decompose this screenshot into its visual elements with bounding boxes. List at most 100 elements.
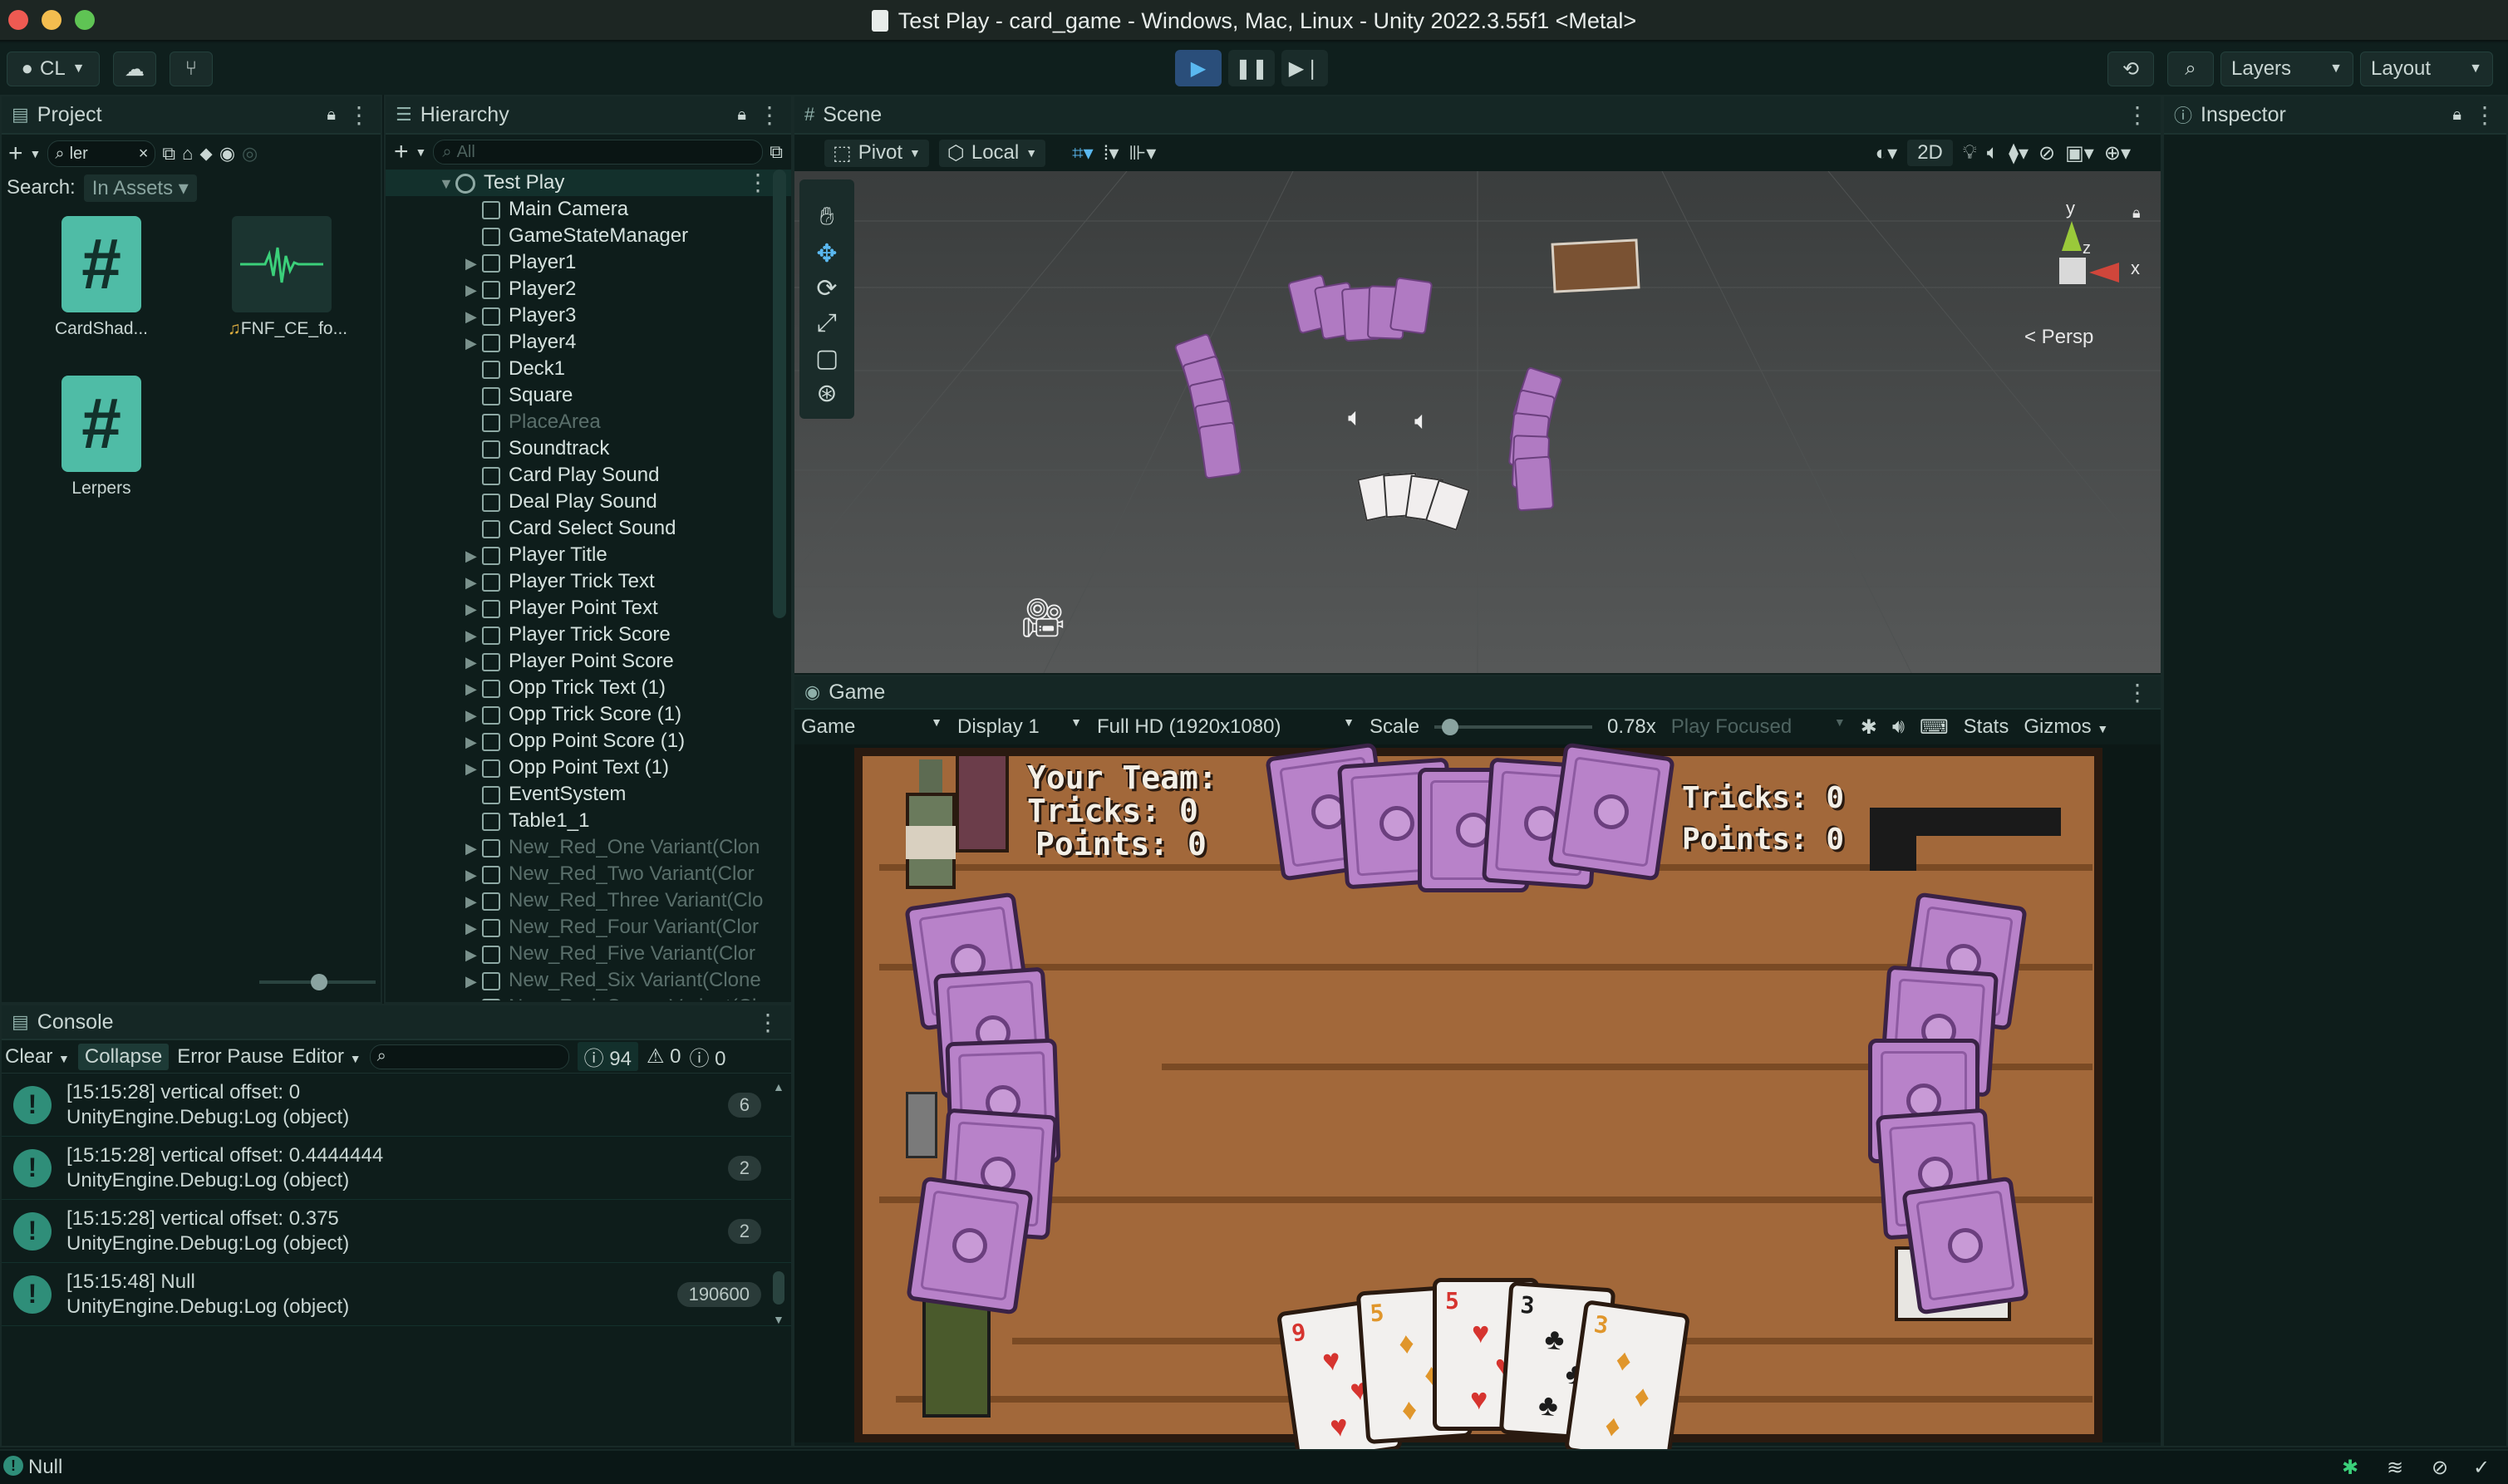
lighting-icon[interactable]: 💡︎ xyxy=(1963,141,1977,165)
hierarchy-item[interactable]: Square xyxy=(386,382,791,409)
tab-console[interactable]: ▤ Console ⋮ xyxy=(2,1005,791,1040)
chevron-down-icon[interactable]: ▼ xyxy=(416,145,427,159)
add-icon[interactable]: + xyxy=(394,138,409,166)
audio-toggle-icon[interactable]: 🔈︎ xyxy=(1987,141,1999,165)
tab-game[interactable]: ◉ Game ⋮ xyxy=(794,676,2161,710)
network-icon[interactable]: ⊘ xyxy=(2432,1456,2448,1480)
lock-icon[interactable]: 🔒︎ xyxy=(2452,106,2461,125)
warning-filter-toggle[interactable]: ⚠ 0 xyxy=(647,1044,681,1069)
tab-project[interactable]: ▤ Project 🔒︎ ⋮ xyxy=(2,96,381,135)
expand-arrow-icon[interactable]: ▶ xyxy=(465,941,482,968)
table-object[interactable] xyxy=(1551,238,1640,293)
asset-item[interactable]: # Lerpers xyxy=(52,376,151,499)
more-options-icon[interactable]: ⋮ xyxy=(2126,101,2149,129)
tab-hierarchy[interactable]: ☰ Hierarchy 🔒︎ ⋮ xyxy=(386,96,791,135)
expand-arrow-icon[interactable]: ▶ xyxy=(465,862,482,888)
gizmo-lock-icon[interactable]: 🔒︎ xyxy=(2132,204,2141,222)
visibility-icon[interactable]: ◎ xyxy=(242,143,258,165)
pivot-dropdown[interactable]: ⬚ Pivot ▼ xyxy=(824,139,929,167)
hierarchy-item[interactable]: ▶ Player Trick Text xyxy=(386,568,791,595)
error-pause-toggle[interactable]: Error Pause xyxy=(177,1045,283,1069)
expand-arrow-icon[interactable]: ▶ xyxy=(465,729,482,755)
slider-handle[interactable] xyxy=(1441,719,1458,735)
mute-audio-icon[interactable]: 🔊︎ xyxy=(1892,715,1905,739)
more-options-icon[interactable]: ⋮ xyxy=(756,1009,779,1036)
filter-by-type-icon[interactable]: ⧉ xyxy=(162,143,175,165)
project-search-field[interactable]: ⌕ ler × xyxy=(47,140,156,167)
console-entry[interactable]: ! [15:15:28] vertical offset: 0.375 UnityE… xyxy=(2,1200,791,1263)
grid-snap-icon[interactable]: ⌗▾ xyxy=(1072,141,1094,165)
asset-item[interactable]: ♫FNF_CE_fo... xyxy=(228,216,347,339)
expand-arrow-icon[interactable]: ▶ xyxy=(465,888,482,915)
expand-arrow-icon[interactable]: ▶ xyxy=(465,649,482,676)
played-cards-object[interactable] xyxy=(1353,470,1471,531)
hierarchy-item[interactable]: PlaceArea xyxy=(386,409,791,435)
hand-card[interactable]: 3 ♦ ♦ ♦ xyxy=(1563,1299,1691,1467)
slider-handle[interactable] xyxy=(311,974,327,990)
hierarchy-item[interactable]: ▶ New_Red_Five Variant(Clor xyxy=(386,941,791,967)
orientation-gizmo[interactable]: y z x 🔒︎ xyxy=(2016,188,2141,321)
hierarchy-scrollbar[interactable] xyxy=(773,170,786,618)
hierarchy-item[interactable]: ▶ Player Trick Score xyxy=(386,622,791,648)
asset-item[interactable]: # CardShad... xyxy=(52,216,151,339)
transform-tool-icon[interactable]: ⊛ xyxy=(799,379,854,414)
shading-mode-icon[interactable]: ◐▾ xyxy=(1876,141,1898,165)
snap-increment-icon[interactable]: ⁞▾ xyxy=(1104,141,1119,165)
step-button[interactable]: ▶❘ xyxy=(1281,50,1328,86)
lock-icon[interactable]: 🔒︎ xyxy=(327,106,336,125)
expand-arrow-icon[interactable]: ▶ xyxy=(465,835,482,862)
rotate-tool-icon[interactable]: ⟳ xyxy=(799,274,854,309)
move-tool-icon[interactable]: ✥ xyxy=(799,239,854,274)
error-filter-toggle[interactable]: ⓘ 0 xyxy=(690,1042,726,1071)
more-options-icon[interactable]: ⋮ xyxy=(2126,679,2149,706)
console-entry[interactable]: ! [15:15:28] vertical offset: 0 UnityEngin… xyxy=(2,1074,791,1137)
history-button[interactable]: ⟲ xyxy=(2107,52,2154,86)
hierarchy-item[interactable]: ▶ Player3 xyxy=(386,302,791,329)
expand-arrow-icon[interactable]: ▶ xyxy=(465,277,482,303)
info-filter-toggle[interactable]: ⓘ 94 xyxy=(577,1042,638,1071)
display-dropdown[interactable]: Display 1 ▼ xyxy=(957,715,1082,739)
expand-arrow-icon[interactable]: ▶ xyxy=(465,330,482,356)
expand-arrow-icon[interactable]: ▶ xyxy=(465,915,482,941)
expand-arrow-icon[interactable]: ▶ xyxy=(465,622,482,649)
hierarchy-item[interactable]: ▶ Opp Trick Text (1) xyxy=(386,675,791,701)
camera-icon[interactable]: ▣▾ xyxy=(2065,141,2094,165)
status-message[interactable]: Null xyxy=(28,1456,62,1479)
console-entry[interactable]: ! [15:15:28] vertical offset: 0.4444444 Un… xyxy=(2,1137,791,1200)
scene-card-back[interactable] xyxy=(1389,277,1433,335)
scene-visibility-icon[interactable]: ⧉ xyxy=(770,141,783,163)
hierarchy-item[interactable]: ▶ Player Point Text xyxy=(386,595,791,622)
hierarchy-item[interactable]: ▶ New_Red_Seven Variant(Cl xyxy=(386,994,791,1000)
thumbnail-size-slider[interactable] xyxy=(259,974,376,990)
editor-dropdown[interactable]: Editor ▼ xyxy=(292,1045,361,1069)
console-entry[interactable]: ! [15:15:48] Null UnityEngine.Debug:Log (o… xyxy=(2,1263,791,1326)
keyboard-icon[interactable]: ⌨ xyxy=(1920,715,1949,740)
collab-button[interactable]: ⑂ xyxy=(170,52,213,86)
clear-dropdown[interactable]: Clear ▼ xyxy=(5,1045,70,1069)
more-options-icon[interactable]: ⋮ xyxy=(758,101,781,129)
expand-arrow-icon[interactable]: ▶ xyxy=(465,543,482,569)
game-mode-dropdown[interactable]: Game ▼ xyxy=(801,715,942,739)
expand-arrow-icon[interactable]: ▶ xyxy=(465,702,482,729)
hierarchy-item[interactable]: ▶ Player Point Score xyxy=(386,648,791,675)
rect-tool-icon[interactable]: ▢ xyxy=(799,344,854,379)
cloud-button[interactable]: ☁ xyxy=(113,52,156,86)
clear-search-icon[interactable]: × xyxy=(139,145,149,164)
expand-arrow-icon[interactable]: ▶ xyxy=(465,596,482,622)
local-dropdown[interactable]: ⬡ Local ▼ xyxy=(938,139,1046,167)
expand-arrow-icon[interactable]: ▶ xyxy=(465,250,482,277)
hierarchy-item[interactable]: ▶ Player2 xyxy=(386,276,791,302)
scene-card-back[interactable] xyxy=(1197,421,1242,479)
speaker-icon[interactable]: 🔈︎ xyxy=(1348,404,1363,432)
filter-by-label-icon[interactable]: ⌂ xyxy=(182,143,193,165)
ruler-icon[interactable]: ⊪▾ xyxy=(1129,141,1156,165)
hierarchy-search-field[interactable]: ⌕ All xyxy=(433,140,764,165)
expand-arrow-icon[interactable]: ▶ xyxy=(465,968,482,995)
collapse-toggle[interactable]: Collapse xyxy=(77,1043,170,1070)
hierarchy-item[interactable]: Main Camera xyxy=(386,196,791,223)
hierarchy-item[interactable]: ▶ New_Red_One Variant(Clon xyxy=(386,834,791,861)
hierarchy-item[interactable]: GameStateManager xyxy=(386,223,791,249)
expand-arrow-icon[interactable]: ▶ xyxy=(465,995,482,1000)
speaker-icon[interactable]: 🔈︎ xyxy=(1414,407,1429,435)
search-button[interactable]: ⌕ xyxy=(2167,52,2214,86)
